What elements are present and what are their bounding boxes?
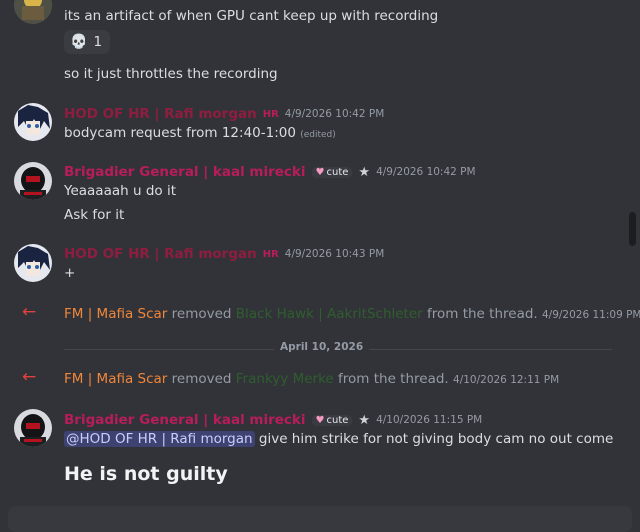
- avatar[interactable]: [14, 244, 52, 282]
- message-text: so it just throttles the recording: [64, 66, 278, 82]
- actor-username[interactable]: FM | Mafia Scar: [64, 371, 167, 387]
- date-divider-label: April 10, 2026: [274, 341, 370, 353]
- actor-username[interactable]: FM | Mafia Scar: [64, 306, 167, 322]
- message-body: give him strike for not giving body cam …: [258, 431, 614, 447]
- username[interactable]: HOD OF HR | Rafi morgan: [64, 246, 257, 262]
- username[interactable]: Brigadier General | kaal mirecki: [64, 412, 306, 428]
- message-body: bodycam request from 12:40-1:00: [64, 125, 296, 141]
- username[interactable]: HOD OF HR | Rafi morgan: [64, 106, 257, 122]
- skull-emoji-icon: 💀: [70, 34, 88, 50]
- message-text: its an artifact of when GPU cant keep up…: [64, 8, 439, 24]
- star-icon: ★: [358, 412, 371, 428]
- star-icon: ★: [358, 164, 371, 180]
- system-verb: removed: [171, 371, 232, 387]
- message-heading: He is not guilty: [64, 463, 228, 485]
- timestamp[interactable]: 4/10/2026 12:11 PM: [453, 374, 559, 386]
- message-text: @HOD OF HR | Rafi morgan give him strike…: [64, 431, 613, 447]
- message-header: Brigadier General | kaal mirecki ♥ cute …: [64, 412, 482, 428]
- message-text: +: [64, 265, 76, 281]
- system-suffix: from the thread.: [427, 306, 538, 322]
- reaction-count: 1: [93, 34, 103, 50]
- scrollbar-thumb[interactable]: [629, 212, 636, 246]
- message-header: HOD OF HR | Rafi morgan HR 4/9/2026 10:4…: [64, 106, 384, 122]
- heart-icon: ♥: [315, 166, 325, 178]
- role-tag: HR: [262, 108, 279, 120]
- username[interactable]: Brigadier General | kaal mirecki: [64, 164, 306, 180]
- message-header: Brigadier General | kaal mirecki ♥ cute …: [64, 164, 476, 180]
- avatar-image: [14, 103, 52, 141]
- target-username[interactable]: Frankyy Merke: [236, 371, 334, 387]
- heart-icon: ♥: [315, 414, 325, 426]
- avatar[interactable]: [14, 0, 52, 24]
- timestamp[interactable]: 4/9/2026 11:09 PM: [542, 309, 640, 321]
- timestamp[interactable]: 4/9/2026 10:42 PM: [376, 166, 475, 178]
- avatar[interactable]: [14, 103, 52, 141]
- avatar[interactable]: [14, 162, 52, 200]
- system-suffix: from the thread.: [338, 371, 449, 387]
- message-header: HOD OF HR | Rafi morgan HR 4/9/2026 10:4…: [64, 246, 384, 262]
- message-text: Ask for it: [64, 207, 125, 223]
- avatar-image: [14, 244, 52, 282]
- avatar[interactable]: [14, 409, 52, 447]
- timestamp[interactable]: 4/9/2026 10:42 PM: [285, 108, 384, 120]
- avatar-image: [14, 409, 52, 447]
- timestamp[interactable]: 4/9/2026 10:43 PM: [285, 248, 384, 260]
- message-composer[interactable]: [8, 506, 632, 532]
- timestamp[interactable]: 4/10/2026 11:15 PM: [376, 414, 482, 426]
- edited-label: (edited): [300, 130, 336, 140]
- message-text: Yeaaaaah u do it: [64, 183, 176, 199]
- badge-label: cute: [326, 414, 349, 426]
- arrow-left-icon: ←: [22, 367, 37, 387]
- role-tag: HR: [262, 248, 279, 260]
- message-text: bodycam request from 12:40-1:00 (edited): [64, 125, 336, 141]
- avatar-image: [14, 0, 52, 24]
- arrow-left-icon: ←: [22, 302, 37, 322]
- system-message: FM | Mafia Scar removed Black Hawk | Aak…: [64, 306, 640, 322]
- user-badge: ♥ cute: [311, 166, 353, 178]
- avatar-image: [14, 162, 52, 200]
- system-message: FM | Mafia Scar removed Frankyy Merke fr…: [64, 371, 559, 387]
- user-badge: ♥ cute: [311, 414, 353, 426]
- badge-label: cute: [326, 166, 349, 178]
- system-verb: removed: [171, 306, 232, 322]
- reaction-button[interactable]: 💀 1: [64, 30, 110, 54]
- user-mention[interactable]: @HOD OF HR | Rafi morgan: [64, 431, 255, 447]
- target-username[interactable]: Black Hawk | AakritSchleter: [236, 306, 423, 322]
